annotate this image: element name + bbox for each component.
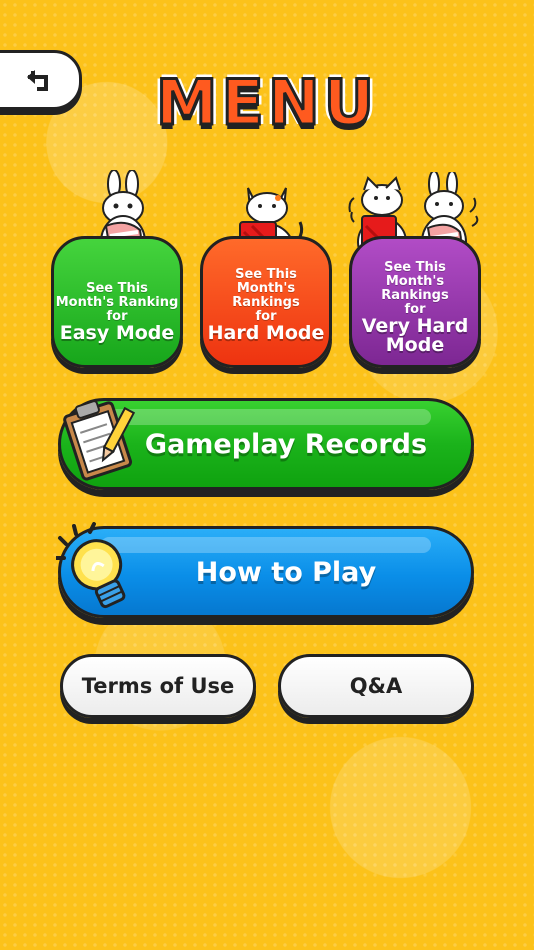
ranking-hard-mode-button[interactable]: See This Month's Rankings for Hard Mode [200, 236, 332, 368]
ranking-hard-line2: Month's Rankings [232, 281, 300, 310]
ranking-easy-line1: See This [86, 281, 148, 296]
terms-of-use-button[interactable]: Terms of Use [60, 654, 256, 718]
lightbulb-icon [56, 522, 126, 609]
clipboard-icon [63, 400, 136, 481]
ranking-easy-mode-button[interactable]: See This Month's Ranking for Easy Mode [51, 236, 183, 368]
how-to-play-label: How to Play [195, 556, 377, 588]
gameplay-records-label: Gameplay Records [144, 428, 428, 460]
ranking-very-hard-mode-label-b: Mode [385, 334, 445, 356]
ranking-hard-mode-label: Hard Mode [207, 322, 325, 344]
ranking-very-hard-line1: See This [384, 260, 446, 275]
ranking-hard-line1: See This [235, 267, 297, 282]
button-sheen [101, 409, 431, 425]
page-title: MENU [0, 65, 534, 141]
ranking-very-hard-mode-button[interactable]: See This Month's Rankings for Very Hard … [349, 236, 481, 368]
button-sheen [101, 537, 431, 553]
ranking-easy-line2: Month's Ranking [55, 295, 179, 310]
ranking-very-hard-line2: Month's Rankings [381, 274, 449, 303]
qa-button[interactable]: Q&A [278, 654, 474, 718]
ranking-easy-mode-label: Easy Mode [59, 322, 175, 344]
